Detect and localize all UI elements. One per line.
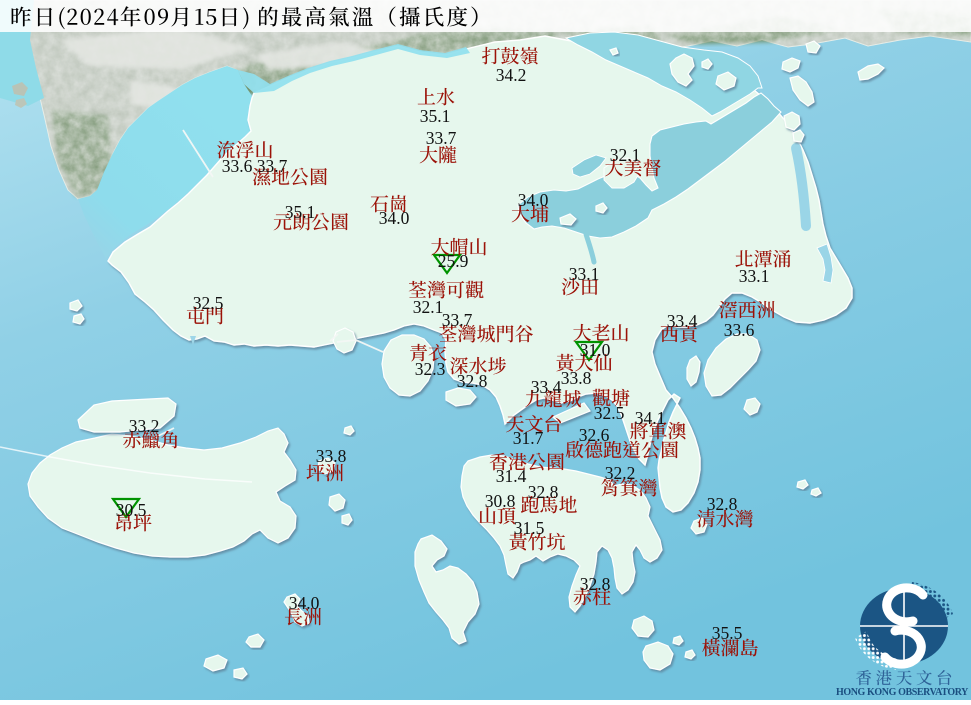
svg-text:34.0: 34.0 <box>518 190 549 210</box>
svg-text:33.4: 33.4 <box>667 311 698 331</box>
svg-text:35.5: 35.5 <box>712 623 743 643</box>
svg-text:HONG KONG OBSERVATORY: HONG KONG OBSERVATORY <box>836 687 969 698</box>
svg-text:33.7: 33.7 <box>442 310 473 330</box>
svg-text:25.9: 25.9 <box>438 251 469 271</box>
svg-text:31.5: 31.5 <box>514 518 545 538</box>
svg-text:34.2: 34.2 <box>496 65 527 85</box>
svg-text:33.7: 33.7 <box>257 156 288 176</box>
svg-text:30.5: 30.5 <box>116 500 147 520</box>
svg-text:34.0: 34.0 <box>289 593 320 613</box>
svg-text:31.4: 31.4 <box>496 466 527 486</box>
svg-text:33.2: 33.2 <box>129 416 160 436</box>
svg-text:31.7: 31.7 <box>513 428 544 448</box>
svg-text:33.1: 33.1 <box>739 266 770 286</box>
svg-text:33.7: 33.7 <box>426 128 457 148</box>
svg-text:35.1: 35.1 <box>420 106 451 126</box>
svg-text:33.8: 33.8 <box>561 368 592 388</box>
svg-text:32.2: 32.2 <box>605 463 636 483</box>
svg-text:32.8: 32.8 <box>528 482 559 502</box>
svg-text:33.4: 33.4 <box>531 377 562 397</box>
svg-text:32.1: 32.1 <box>610 145 641 165</box>
svg-text:33.8: 33.8 <box>316 446 347 466</box>
svg-text:32.8: 32.8 <box>457 371 488 391</box>
svg-text:34.1: 34.1 <box>635 408 666 428</box>
svg-text:30.8: 30.8 <box>485 491 516 511</box>
svg-text:33.6: 33.6 <box>222 156 253 176</box>
svg-text:32.1: 32.1 <box>413 297 444 317</box>
svg-text:33.6: 33.6 <box>724 320 755 340</box>
svg-text:32.5: 32.5 <box>193 293 224 313</box>
svg-text:31.0: 31.0 <box>580 340 611 360</box>
svg-text:32.8: 32.8 <box>580 574 611 594</box>
svg-text:32.8: 32.8 <box>707 494 738 514</box>
svg-text:33.1: 33.1 <box>569 264 600 284</box>
svg-text:34.0: 34.0 <box>379 208 410 228</box>
svg-text:35.1: 35.1 <box>285 202 316 222</box>
svg-text:32.3: 32.3 <box>415 359 446 379</box>
svg-text:32.6: 32.6 <box>579 425 610 445</box>
svg-text:32.5: 32.5 <box>594 403 625 423</box>
